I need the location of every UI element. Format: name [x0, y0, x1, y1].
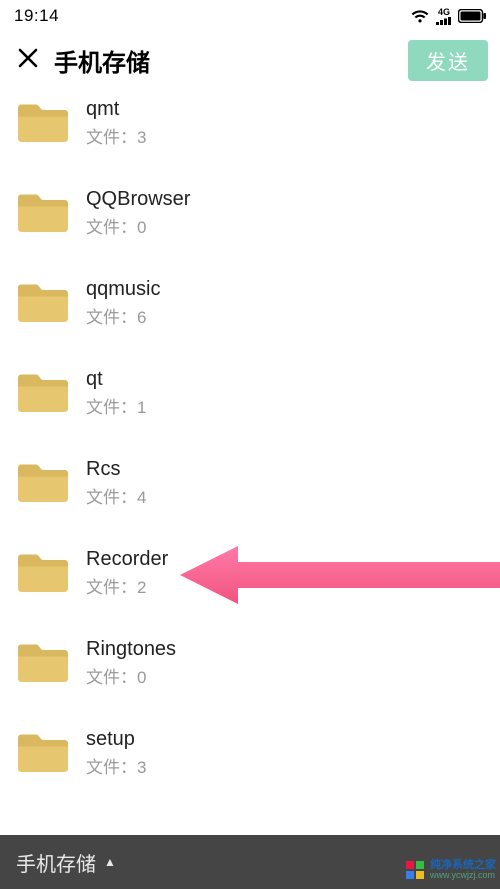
list-gap — [0, 428, 500, 448]
watermark-line2: www.ycwjzj.com — [430, 871, 496, 881]
folder-icon — [16, 370, 70, 416]
folder-text: qmt文件：3 — [86, 98, 146, 148]
folder-item[interactable]: qqmusic文件：6 — [0, 268, 500, 338]
folder-icon — [16, 190, 70, 236]
folder-text: Recorder文件：2 — [86, 548, 168, 598]
folder-icon — [16, 460, 70, 506]
folder-subtitle: 文件：3 — [86, 123, 146, 148]
folder-icon — [16, 280, 70, 326]
wifi-icon — [410, 8, 430, 24]
folder-text: qqmusic文件：6 — [86, 278, 160, 328]
folder-subtitle: 文件：0 — [86, 663, 176, 688]
folder-item[interactable]: Rcs文件：4 — [0, 448, 500, 518]
watermark: 纯净系统之家 www.ycwjzj.com — [406, 859, 496, 881]
folder-name: qmt — [86, 98, 146, 121]
folder-item[interactable]: qt文件：1 — [0, 358, 500, 428]
list-gap — [0, 698, 500, 718]
close-button[interactable] — [12, 44, 44, 76]
folder-subtitle: 文件：4 — [86, 483, 146, 508]
folder-item[interactable]: Ringtones文件：0 — [0, 628, 500, 698]
dropdown-triangle-icon: ▲ — [104, 855, 116, 869]
bottom-path-label: 手机存储 — [16, 848, 96, 877]
folder-icon — [16, 730, 70, 776]
list-gap — [0, 158, 500, 178]
folder-item[interactable]: setup文件：3 — [0, 718, 500, 788]
watermark-logo-icon — [406, 861, 424, 879]
folder-name: setup — [86, 728, 146, 751]
folder-icon — [16, 550, 70, 596]
folder-item[interactable]: qmt文件：3 — [0, 88, 500, 158]
folder-name: Rcs — [86, 458, 146, 481]
send-button[interactable]: 发送 — [408, 40, 488, 81]
close-icon — [17, 47, 39, 74]
folder-text: Ringtones文件：0 — [86, 638, 176, 688]
folder-name: qqmusic — [86, 278, 160, 301]
folder-icon — [16, 100, 70, 146]
folder-name: QQBrowser — [86, 188, 190, 211]
header: 手机存储 发送 — [0, 32, 500, 88]
folder-name: Ringtones — [86, 638, 176, 661]
list-gap — [0, 338, 500, 358]
battery-icon — [458, 9, 486, 23]
folder-name: Recorder — [86, 548, 168, 571]
folder-text: qt文件：1 — [86, 368, 146, 418]
folder-subtitle: 文件：1 — [86, 393, 146, 418]
folder-item[interactable]: QQBrowser文件：0 — [0, 178, 500, 248]
folder-item[interactable]: Recorder文件：2 — [0, 538, 500, 608]
status-time: 19:14 — [14, 6, 59, 26]
folder-text: Rcs文件：4 — [86, 458, 146, 508]
folder-icon — [16, 640, 70, 686]
folder-text: QQBrowser文件：0 — [86, 188, 190, 238]
status-bar: 19:14 4G — [0, 0, 500, 32]
page-title: 手机存储 — [54, 43, 150, 78]
signal-icon: 4G — [436, 8, 452, 25]
folder-list[interactable]: qmt文件：3QQBrowser文件：0qqmusic文件：6qt文件：1Rcs… — [0, 88, 500, 889]
folder-subtitle: 文件：3 — [86, 753, 146, 778]
folder-name: qt — [86, 368, 146, 391]
folder-subtitle: 文件：6 — [86, 303, 160, 328]
folder-subtitle: 文件：0 — [86, 213, 190, 238]
list-gap — [0, 248, 500, 268]
folder-text: setup文件：3 — [86, 728, 146, 778]
list-gap — [0, 518, 500, 538]
folder-subtitle: 文件：2 — [86, 573, 168, 598]
status-icons: 4G — [410, 8, 486, 25]
list-gap — [0, 608, 500, 628]
